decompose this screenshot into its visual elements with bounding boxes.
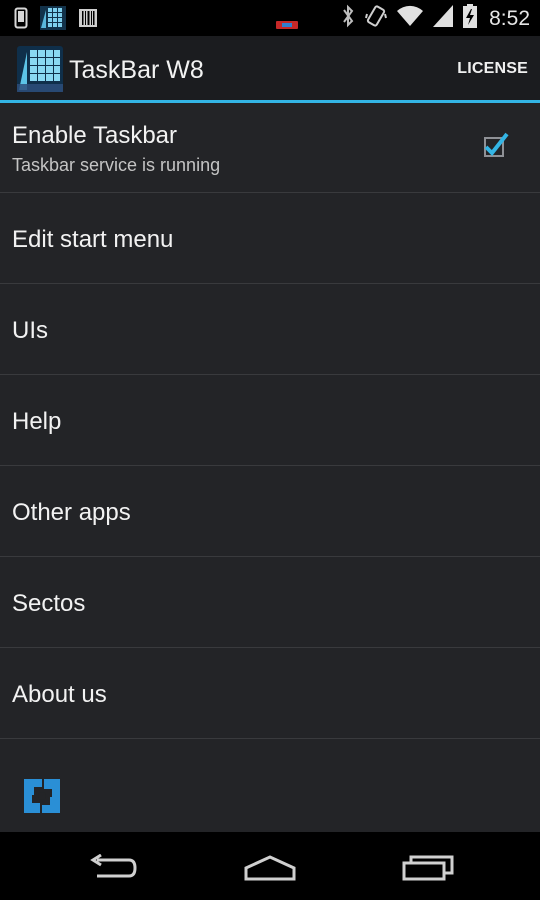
recent-apps-icon[interactable] — [398, 850, 458, 886]
sectos-logo-icon — [20, 775, 64, 822]
footer-area — [0, 742, 540, 832]
vibrate-icon — [365, 4, 388, 33]
list-item-title: About us — [12, 681, 107, 708]
barcode-icon — [78, 8, 98, 33]
list-item-title: Help — [12, 408, 62, 435]
list-item-title: Edit start menu — [12, 226, 174, 253]
list-item-title: Sectos — [12, 590, 86, 617]
list-item-title: Other apps — [12, 499, 131, 526]
battery-saver-icon — [276, 16, 298, 34]
license-button[interactable]: LICENSE — [457, 60, 528, 78]
list-item-sectos[interactable]: Sectos — [0, 557, 540, 648]
phone-icon — [14, 7, 28, 34]
battery-charging-icon — [463, 4, 478, 33]
status-bar-system: 8:52 — [341, 4, 530, 33]
checkmark-icon — [484, 132, 509, 157]
list-item-other-apps[interactable]: Other apps — [0, 466, 540, 557]
list-item-uis[interactable]: UIs — [0, 284, 540, 375]
app-logo-icon — [17, 46, 63, 92]
action-bar: TaskBar W8 LICENSE — [0, 36, 540, 100]
list-item-enable-taskbar[interactable]: Enable Taskbar Taskbar service is runnin… — [0, 103, 540, 193]
list-item-subtitle: Taskbar service is running — [12, 155, 221, 175]
list-item-help[interactable]: Help — [0, 375, 540, 466]
list-item-title: UIs — [12, 317, 48, 344]
bluetooth-icon — [341, 4, 355, 33]
navigation-bar — [0, 832, 540, 900]
status-time: 8:52 — [489, 6, 530, 30]
settings-list: Enable Taskbar Taskbar service is runnin… — [0, 103, 540, 742]
status-bar: 8:52 — [0, 0, 540, 36]
signal-icon — [433, 5, 454, 32]
status-bar-notifications — [14, 6, 98, 35]
back-icon[interactable] — [82, 850, 142, 886]
list-item-title: Enable Taskbar — [12, 122, 177, 149]
home-icon[interactable] — [240, 850, 300, 886]
taskbar-app-icon — [40, 6, 66, 35]
wifi-icon — [397, 5, 424, 32]
list-item-edit-start-menu[interactable]: Edit start menu — [0, 193, 540, 284]
app-title: TaskBar W8 — [69, 56, 204, 84]
enable-taskbar-checkbox[interactable] — [484, 132, 509, 157]
list-item-about-us[interactable]: About us — [0, 648, 540, 739]
